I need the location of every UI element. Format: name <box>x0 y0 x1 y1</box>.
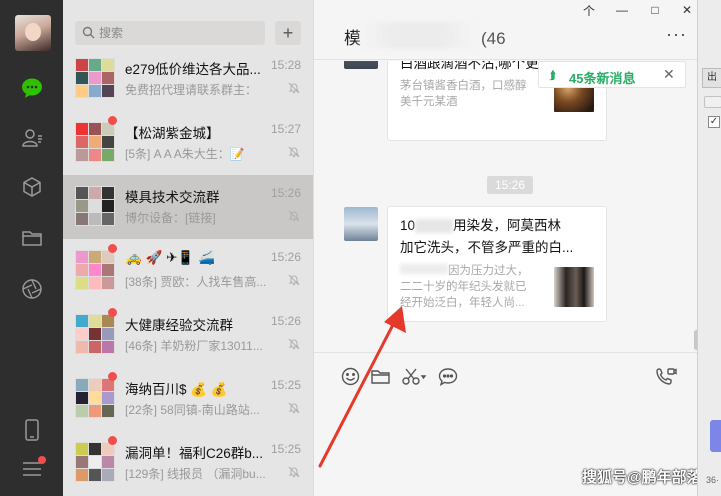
close-banner-icon[interactable]: ✕ <box>663 66 675 83</box>
blur-redaction <box>358 22 478 48</box>
chat-icon[interactable] <box>20 76 44 100</box>
side-blue-button[interactable] <box>710 420 721 452</box>
plus-icon: + <box>282 23 294 43</box>
chat-preview: [46条] 羊奶粉厂家13011... <box>125 339 263 353</box>
minimize-icon[interactable]: — <box>607 0 637 20</box>
phone-icon[interactable] <box>20 418 44 442</box>
chat-title: 模具技术交流群 <box>125 190 220 205</box>
unread-dot <box>108 116 117 125</box>
background-window-edge: 出 ✓ 36· <box>697 0 721 496</box>
chat-title: 海纳百川$ 💰 💰 <box>125 382 228 397</box>
chat-preview: 博尔设备：[链接] <box>125 211 216 225</box>
group-avatar <box>75 58 115 98</box>
search-input[interactable] <box>99 23 259 43</box>
chat-title: 【松湖紫金城】 <box>125 126 220 141</box>
chat-list-item[interactable]: 模具技术交流群 15:26 博尔设备：[链接] <box>63 175 313 239</box>
chat-preview: [22条] 58同镇-南山路站... <box>125 403 260 417</box>
chat-title: 大健康经验交流群 <box>125 318 233 333</box>
chat-list-item[interactable]: e279低价维达各大品... 15:28 免费招代理请联系群主： <box>63 47 313 111</box>
chat-list-item[interactable]: 🚕 🚀 ✈📱 🚄 15:26 [38条] 贾欧：人找车售高... <box>63 239 313 303</box>
chat-time: 15:26 <box>270 250 301 264</box>
chat-title: 🚕 🚀 ✈📱 🚄 <box>125 250 215 265</box>
chat-list-item[interactable]: 大健康经验交流群 15:26 [46条] 羊奶粉厂家13011... <box>63 303 313 367</box>
chat-title: e279低价维达各大品... <box>125 62 261 77</box>
chat-time: 15:25 <box>270 378 301 392</box>
chat-list-item[interactable]: 海纳百川$ 💰 💰 15:25 [22条] 58同镇-南山路站... <box>63 367 313 431</box>
card-description: 茅台镇酱香白酒，口感醇 美千元某酒 <box>400 80 527 108</box>
chat-list-item[interactable]: 漏洞单！福利C26群b... 15:25 [129条] 线报员 （漏洞bu... <box>63 431 313 495</box>
side-label: 出 <box>702 68 721 88</box>
chat-list-item[interactable]: 【松湖紫金城】 15:27 [5条] A A A朱大生：📝 <box>63 111 313 175</box>
chat-bubble-icon[interactable] <box>436 365 460 387</box>
menu-unread-dot <box>38 456 46 464</box>
group-avatar <box>75 378 115 418</box>
search-box[interactable] <box>75 21 265 45</box>
add-chat-button[interactable]: + <box>275 21 301 45</box>
side-checkbox-empty[interactable] <box>704 96 721 108</box>
search-icon <box>82 26 95 44</box>
side-tiny-text: 36· <box>706 475 720 485</box>
chat-time: 15:26 <box>270 186 301 200</box>
group-avatar <box>75 314 115 354</box>
group-avatar <box>75 250 115 290</box>
conversation-panel: 模 (46 ··· 个 — □ ✕ 白酒跟滴酒不沾,哪个更 茅台镇酱香白酒，口感醇… <box>313 0 702 496</box>
card-description: 因为压力过大， 二二十岁的年纪头发就已 经开始泛白，年轻人尚... <box>400 264 529 309</box>
mute-bell-icon <box>288 273 300 291</box>
maximize-icon[interactable]: □ <box>640 0 670 20</box>
chat-preview: [38条] 贾欧：人找车售高... <box>125 275 267 289</box>
chat-list-panel: + e279低价维达各大品... 15:28 免费招代理请联系群主： 【松湖紫金城】 1… <box>63 0 313 496</box>
mute-bell-icon <box>288 209 300 227</box>
new-messages-banner[interactable]: ⮭ 45条新消息 ✕ <box>538 61 686 88</box>
pin-icon[interactable]: 个 <box>574 0 604 20</box>
link-card[interactable]: 10 用染发，阿莫西林 加它洗头，不管多严重的白... 因为压力过大， 二二十岁的… <box>387 206 607 322</box>
nav-rail <box>0 0 63 496</box>
time-divider: 15:26 <box>487 176 534 194</box>
chat-time: 15:27 <box>270 122 301 136</box>
mute-bell-icon <box>288 337 300 355</box>
new-messages-count: 45条新消息 <box>569 71 636 86</box>
sender-avatar[interactable] <box>344 61 378 69</box>
sender-avatar[interactable] <box>344 207 378 241</box>
group-avatar <box>75 442 115 482</box>
emoji-icon[interactable] <box>338 365 362 387</box>
wechat-window: + e279低价维达各大品... 15:28 免费招代理请联系群主： 【松湖紫金城】 1… <box>0 0 721 496</box>
side-checkbox-checked[interactable]: ✓ <box>708 116 720 128</box>
user-avatar[interactable] <box>15 15 51 51</box>
message-list[interactable]: 白酒跟滴酒不沾,哪个更 茅台镇酱香白酒，口感醇 美千元某酒 15:26 10 用染… <box>314 61 698 351</box>
video-call-icon[interactable] <box>654 365 678 387</box>
unread-dot <box>108 372 117 381</box>
mute-bell-icon <box>288 81 300 99</box>
unread-dot <box>108 436 117 445</box>
chat-time: 15:25 <box>270 442 301 456</box>
mute-bell-icon <box>288 401 300 419</box>
mute-bell-icon <box>288 465 300 483</box>
card-title: 白酒跟滴酒不沾,哪个更 <box>400 61 539 71</box>
files-icon[interactable] <box>20 226 44 250</box>
card-thumbnail <box>554 267 594 307</box>
favorites-icon[interactable] <box>20 175 44 199</box>
mute-bell-icon <box>288 145 300 163</box>
contacts-icon[interactable] <box>20 126 44 150</box>
unread-dot <box>108 244 117 253</box>
folder-icon[interactable] <box>368 365 392 387</box>
chat-title: 漏洞单！福利C26群b... <box>125 446 264 461</box>
chat-preview: [129条] 线报员 （漏洞bu... <box>125 467 266 481</box>
card-title: 10 用染发，阿莫西林 加它洗头，不管多严重的白... <box>400 218 574 255</box>
group-avatar <box>75 186 115 226</box>
message-input[interactable] <box>332 397 682 477</box>
double-up-arrow-icon: ⮭ <box>549 68 557 82</box>
group-avatar <box>75 122 115 162</box>
chat-preview: [5条] A A A朱大生：📝 <box>125 147 245 161</box>
chat-time: 15:28 <box>270 58 301 72</box>
chat-time: 15:26 <box>270 314 301 328</box>
scissors-icon[interactable] <box>400 365 430 387</box>
moments-icon[interactable] <box>20 277 44 301</box>
more-options-button[interactable]: ··· <box>666 24 687 45</box>
watermark: 搜狐号@鹏年部落 <box>582 469 702 486</box>
unread-dot <box>108 308 117 317</box>
chat-preview: 免费招代理请联系群主： <box>125 83 258 97</box>
